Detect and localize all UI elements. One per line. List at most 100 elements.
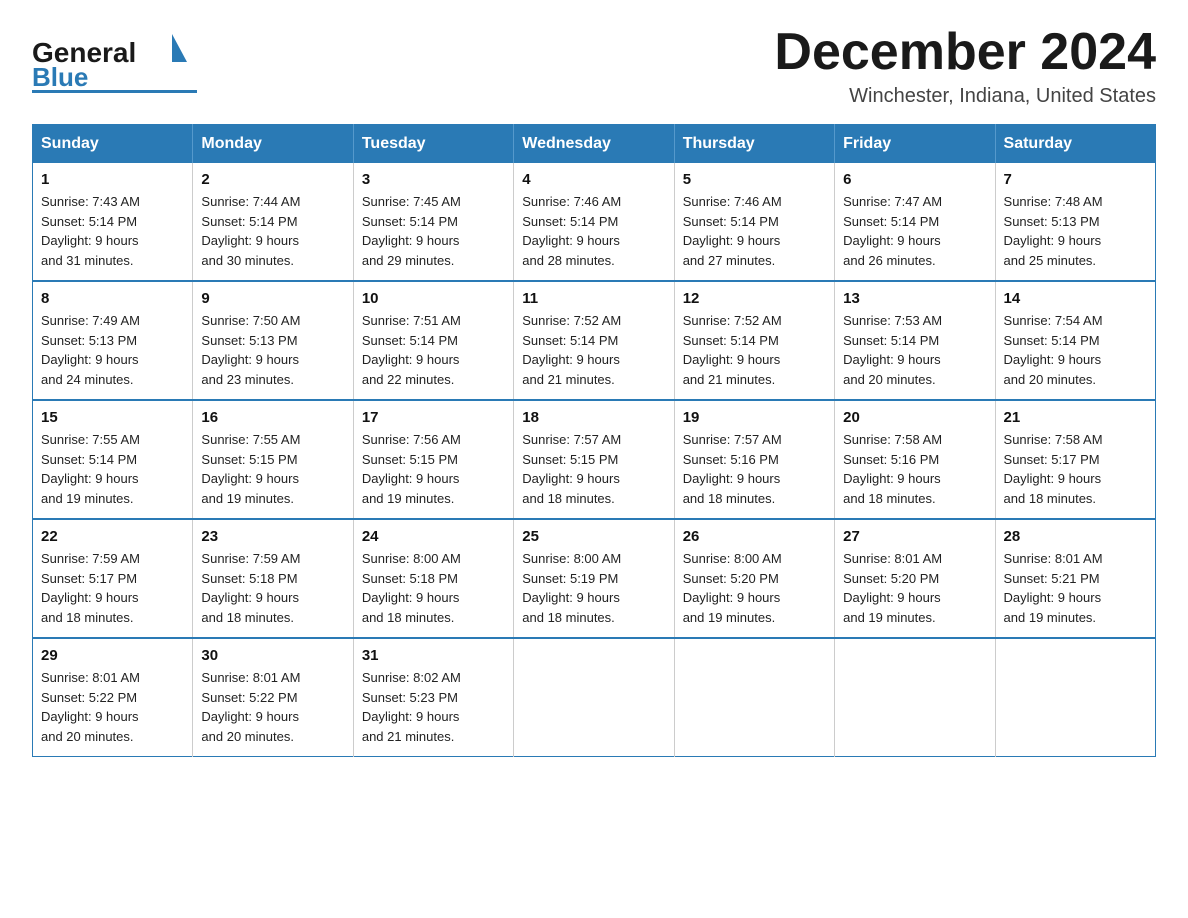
empty-day-cell — [995, 638, 1155, 757]
calendar-day-cell: 31 Sunrise: 8:02 AMSunset: 5:23 PMDayligh… — [353, 638, 513, 757]
day-number: 3 — [362, 171, 505, 188]
day-info: Sunrise: 8:02 AMSunset: 5:23 PMDaylight:… — [362, 668, 505, 746]
calendar-day-cell: 22Sunrise: 7:59 AMSunset: 5:17 PMDayligh… — [33, 519, 193, 638]
empty-day-cell — [674, 638, 834, 757]
logo-svg: General Blue — [32, 24, 202, 94]
weekday-header-thursday: Thursday — [674, 125, 834, 164]
calendar-day-cell: 16 Sunrise: 7:55 AMSunset: 5:15 PMDayligh… — [193, 400, 353, 519]
calendar-day-cell: 4Sunrise: 7:46 AMSunset: 5:14 PMDaylight… — [514, 163, 674, 281]
weekday-header-friday: Friday — [835, 125, 995, 164]
day-info: Sunrise: 8:01 AMSunset: 5:21 PMDaylight:… — [1004, 549, 1147, 627]
page-header: General Blue December 2024 Winchester, I… — [32, 24, 1156, 108]
day-number: 29 — [41, 647, 184, 664]
calendar-day-cell: 6 Sunrise: 7:47 AMSunset: 5:14 PMDaylight… — [835, 163, 995, 281]
day-number: 7 — [1004, 171, 1147, 188]
day-info: Sunrise: 7:53 AMSunset: 5:14 PMDaylight:… — [843, 311, 986, 389]
month-title: December 2024 — [774, 24, 1156, 81]
day-info: Sunrise: 7:52 AMSunset: 5:14 PMDaylight:… — [683, 311, 826, 389]
calendar-week-row: 29 Sunrise: 8:01 AMSunset: 5:22 PMDayligh… — [33, 638, 1156, 757]
calendar-day-cell: 1Sunrise: 7:43 AMSunset: 5:14 PMDaylight… — [33, 163, 193, 281]
logo: General Blue — [32, 24, 202, 94]
day-info: Sunrise: 7:57 AMSunset: 5:16 PMDaylight:… — [683, 430, 826, 508]
day-info: Sunrise: 7:59 AMSunset: 5:18 PMDaylight:… — [201, 549, 344, 627]
empty-day-cell — [514, 638, 674, 757]
day-number: 17 — [362, 409, 505, 426]
calendar-day-cell: 8 Sunrise: 7:49 AMSunset: 5:13 PMDaylight… — [33, 281, 193, 400]
day-info: Sunrise: 8:00 AMSunset: 5:20 PMDaylight:… — [683, 549, 826, 627]
calendar-table: SundayMondayTuesdayWednesdayThursdayFrid… — [32, 124, 1156, 757]
day-number: 2 — [201, 171, 344, 188]
day-number: 9 — [201, 290, 344, 307]
calendar-day-cell: 17 Sunrise: 7:56 AMSunset: 5:15 PMDayligh… — [353, 400, 513, 519]
weekday-header-row: SundayMondayTuesdayWednesdayThursdayFrid… — [33, 125, 1156, 164]
title-block: December 2024 Winchester, Indiana, Unite… — [774, 24, 1156, 108]
calendar-week-row: 15 Sunrise: 7:55 AMSunset: 5:14 PMDayligh… — [33, 400, 1156, 519]
day-info: Sunrise: 8:01 AMSunset: 5:22 PMDaylight:… — [41, 668, 184, 746]
calendar-day-cell: 7 Sunrise: 7:48 AMSunset: 5:13 PMDaylight… — [995, 163, 1155, 281]
day-number: 6 — [843, 171, 986, 188]
calendar-day-cell: 18 Sunrise: 7:57 AMSunset: 5:15 PMDayligh… — [514, 400, 674, 519]
day-number: 28 — [1004, 528, 1147, 545]
day-info: Sunrise: 7:51 AMSunset: 5:14 PMDaylight:… — [362, 311, 505, 389]
calendar-week-row: 8 Sunrise: 7:49 AMSunset: 5:13 PMDaylight… — [33, 281, 1156, 400]
calendar-day-cell: 5Sunrise: 7:46 AMSunset: 5:14 PMDaylight… — [674, 163, 834, 281]
calendar-day-cell: 15 Sunrise: 7:55 AMSunset: 5:14 PMDayligh… — [33, 400, 193, 519]
day-number: 24 — [362, 528, 505, 545]
day-number: 18 — [522, 409, 665, 426]
calendar-day-cell: 23Sunrise: 7:59 AMSunset: 5:18 PMDayligh… — [193, 519, 353, 638]
calendar-week-row: 1Sunrise: 7:43 AMSunset: 5:14 PMDaylight… — [33, 163, 1156, 281]
day-number: 13 — [843, 290, 986, 307]
calendar-day-cell: 28 Sunrise: 8:01 AMSunset: 5:21 PMDayligh… — [995, 519, 1155, 638]
weekday-header-wednesday: Wednesday — [514, 125, 674, 164]
weekday-header-saturday: Saturday — [995, 125, 1155, 164]
calendar-day-cell: 10Sunrise: 7:51 AMSunset: 5:14 PMDayligh… — [353, 281, 513, 400]
day-info: Sunrise: 7:49 AMSunset: 5:13 PMDaylight:… — [41, 311, 184, 389]
calendar-day-cell: 21 Sunrise: 7:58 AMSunset: 5:17 PMDayligh… — [995, 400, 1155, 519]
calendar-day-cell: 2Sunrise: 7:44 AMSunset: 5:14 PMDaylight… — [193, 163, 353, 281]
day-number: 31 — [362, 647, 505, 664]
location: Winchester, Indiana, United States — [774, 85, 1156, 108]
day-info: Sunrise: 7:43 AMSunset: 5:14 PMDaylight:… — [41, 192, 184, 270]
day-info: Sunrise: 7:46 AMSunset: 5:14 PMDaylight:… — [683, 192, 826, 270]
day-number: 25 — [522, 528, 665, 545]
calendar-day-cell: 24 Sunrise: 8:00 AMSunset: 5:18 PMDayligh… — [353, 519, 513, 638]
day-number: 16 — [201, 409, 344, 426]
day-info: Sunrise: 7:56 AMSunset: 5:15 PMDaylight:… — [362, 430, 505, 508]
day-info: Sunrise: 7:47 AMSunset: 5:14 PMDaylight:… — [843, 192, 986, 270]
calendar-day-cell: 20Sunrise: 7:58 AMSunset: 5:16 PMDayligh… — [835, 400, 995, 519]
day-info: Sunrise: 7:58 AMSunset: 5:16 PMDaylight:… — [843, 430, 986, 508]
calendar-day-cell: 26Sunrise: 8:00 AMSunset: 5:20 PMDayligh… — [674, 519, 834, 638]
calendar-day-cell: 12 Sunrise: 7:52 AMSunset: 5:14 PMDayligh… — [674, 281, 834, 400]
empty-day-cell — [835, 638, 995, 757]
day-info: Sunrise: 7:45 AMSunset: 5:14 PMDaylight:… — [362, 192, 505, 270]
calendar-day-cell: 3 Sunrise: 7:45 AMSunset: 5:14 PMDaylight… — [353, 163, 513, 281]
day-info: Sunrise: 8:00 AMSunset: 5:18 PMDaylight:… — [362, 549, 505, 627]
day-info: Sunrise: 7:57 AMSunset: 5:15 PMDaylight:… — [522, 430, 665, 508]
day-info: Sunrise: 7:55 AMSunset: 5:14 PMDaylight:… — [41, 430, 184, 508]
calendar-week-row: 22Sunrise: 7:59 AMSunset: 5:17 PMDayligh… — [33, 519, 1156, 638]
day-number: 8 — [41, 290, 184, 307]
calendar-day-cell: 13 Sunrise: 7:53 AMSunset: 5:14 PMDayligh… — [835, 281, 995, 400]
calendar-day-cell: 27 Sunrise: 8:01 AMSunset: 5:20 PMDayligh… — [835, 519, 995, 638]
weekday-header-monday: Monday — [193, 125, 353, 164]
calendar-day-cell: 19 Sunrise: 7:57 AMSunset: 5:16 PMDayligh… — [674, 400, 834, 519]
day-info: Sunrise: 7:48 AMSunset: 5:13 PMDaylight:… — [1004, 192, 1147, 270]
day-number: 21 — [1004, 409, 1147, 426]
day-number: 12 — [683, 290, 826, 307]
day-info: Sunrise: 7:52 AMSunset: 5:14 PMDaylight:… — [522, 311, 665, 389]
calendar-day-cell: 29 Sunrise: 8:01 AMSunset: 5:22 PMDayligh… — [33, 638, 193, 757]
day-info: Sunrise: 7:55 AMSunset: 5:15 PMDaylight:… — [201, 430, 344, 508]
day-info: Sunrise: 7:46 AMSunset: 5:14 PMDaylight:… — [522, 192, 665, 270]
day-info: Sunrise: 8:01 AMSunset: 5:20 PMDaylight:… — [843, 549, 986, 627]
day-info: Sunrise: 8:00 AMSunset: 5:19 PMDaylight:… — [522, 549, 665, 627]
day-number: 19 — [683, 409, 826, 426]
day-number: 15 — [41, 409, 184, 426]
day-number: 11 — [522, 290, 665, 307]
day-number: 30 — [201, 647, 344, 664]
day-number: 27 — [843, 528, 986, 545]
day-info: Sunrise: 7:58 AMSunset: 5:17 PMDaylight:… — [1004, 430, 1147, 508]
day-number: 14 — [1004, 290, 1147, 307]
day-info: Sunrise: 7:54 AMSunset: 5:14 PMDaylight:… — [1004, 311, 1147, 389]
day-number: 22 — [41, 528, 184, 545]
weekday-header-tuesday: Tuesday — [353, 125, 513, 164]
